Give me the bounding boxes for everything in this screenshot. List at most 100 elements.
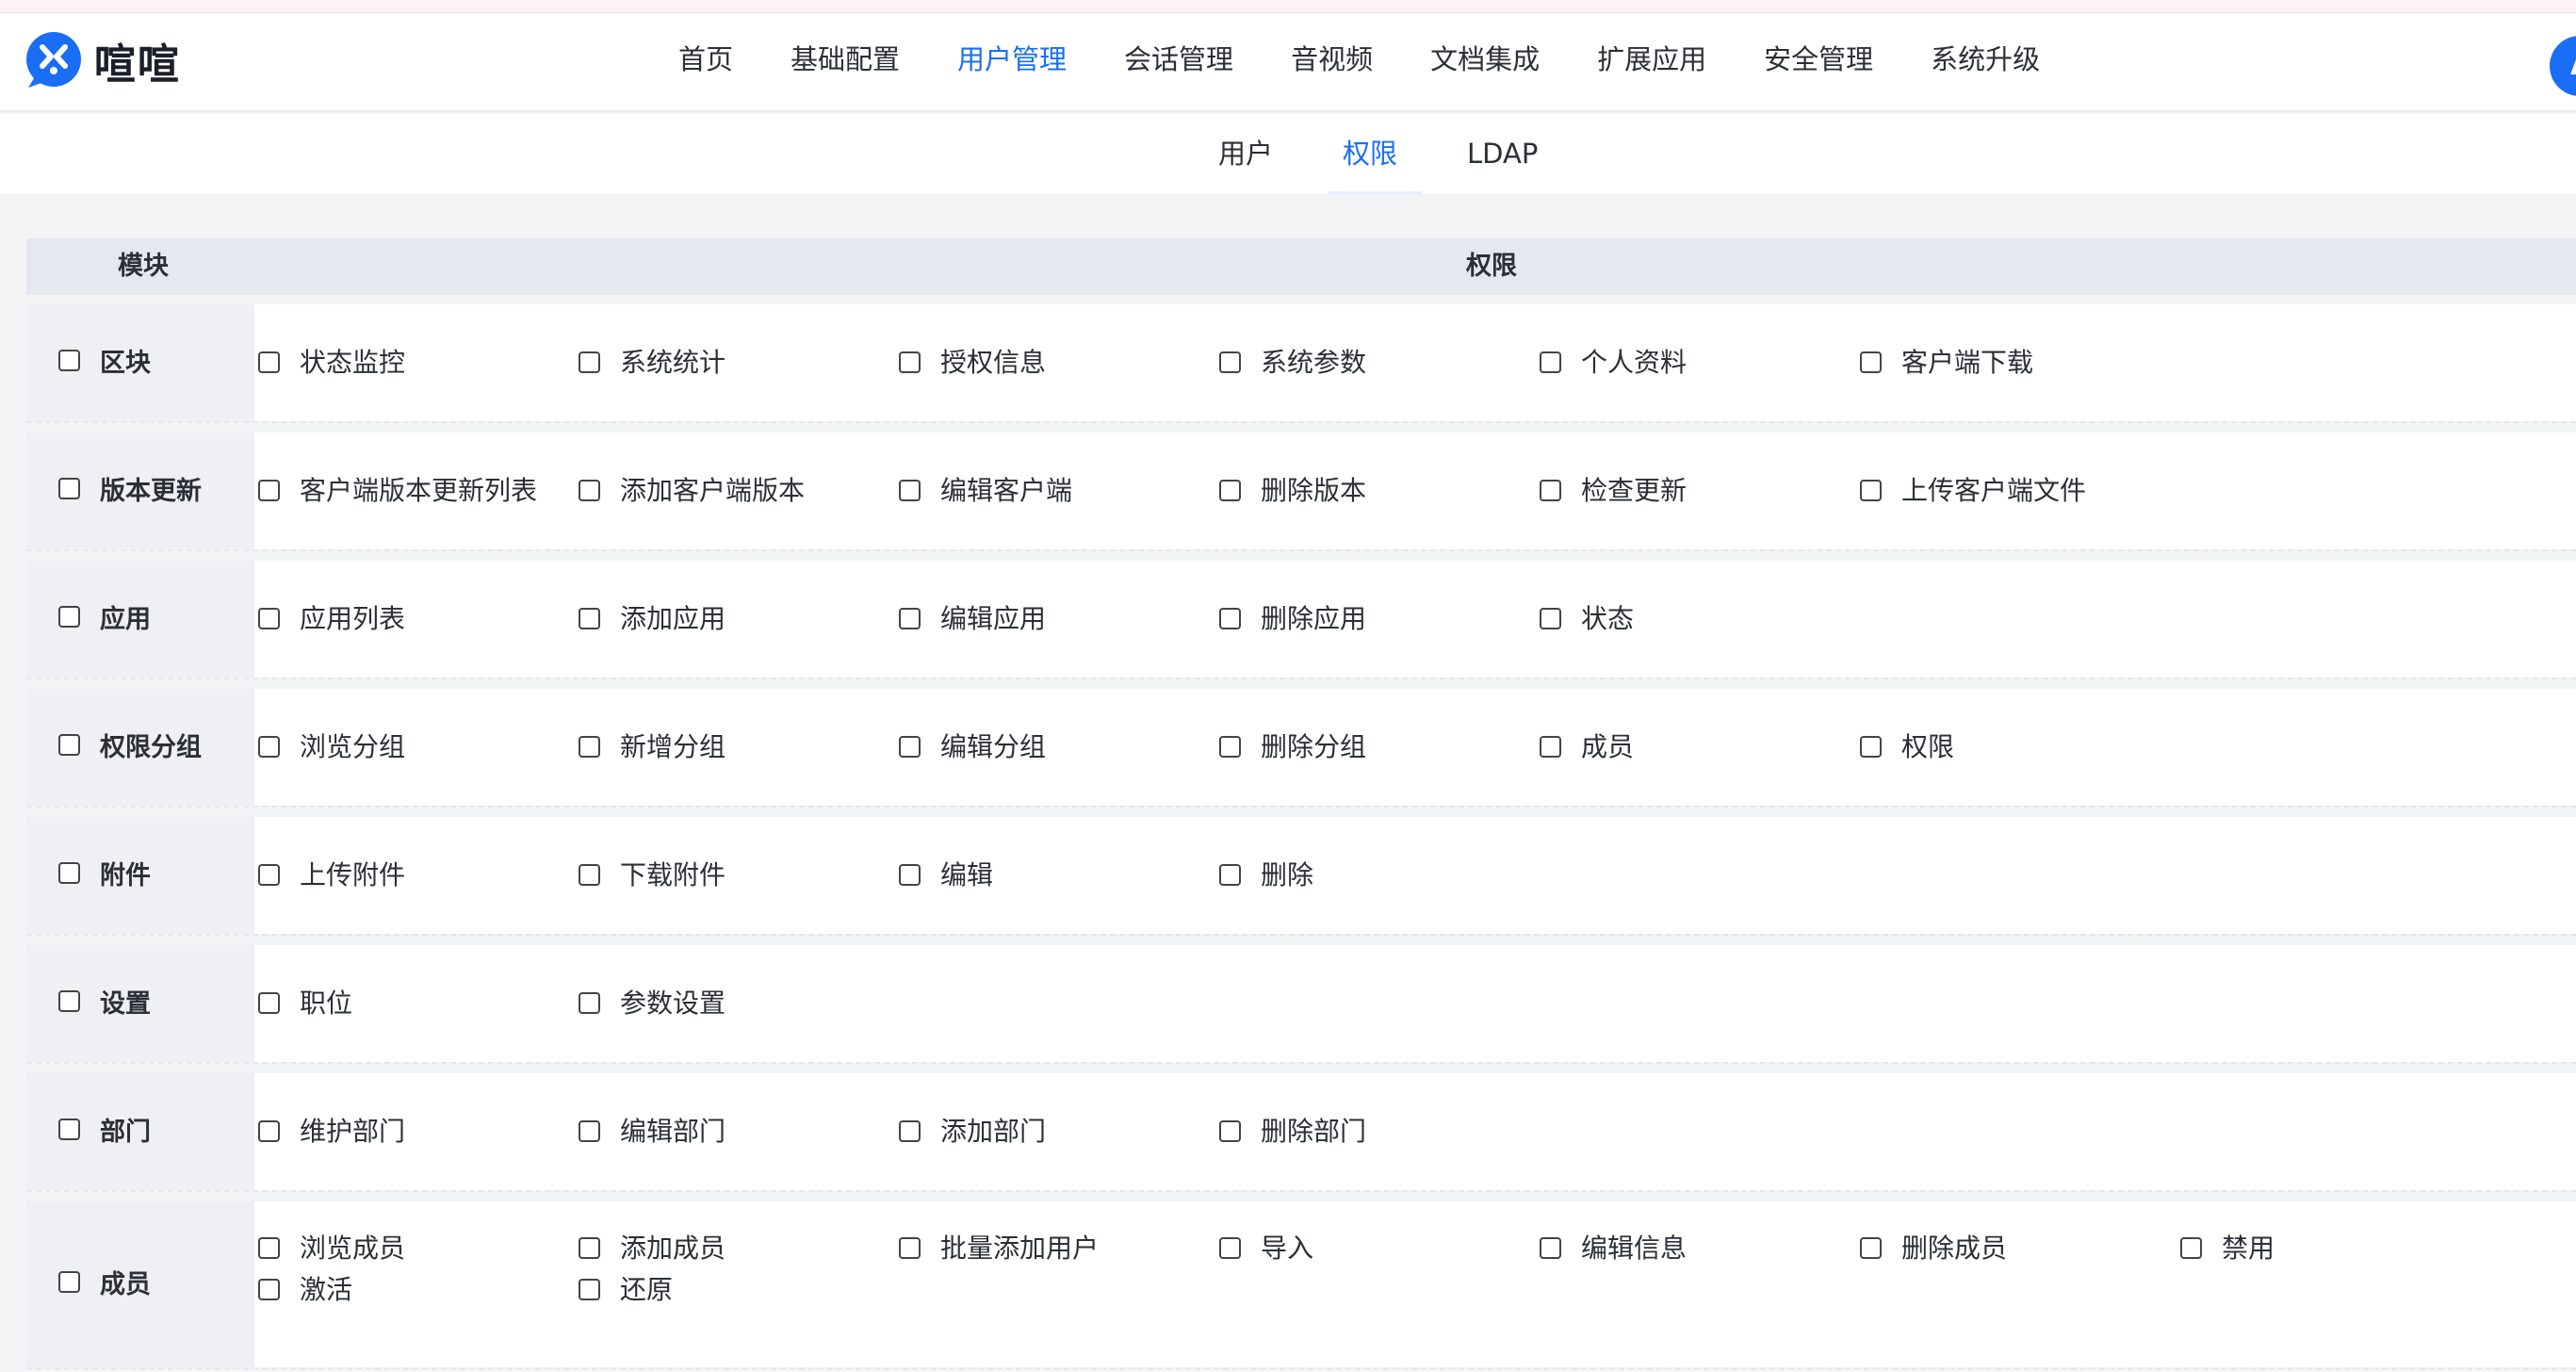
module-checkbox[interactable] bbox=[58, 1271, 80, 1293]
permission-checkbox[interactable] bbox=[1860, 736, 1882, 758]
table-row: 部门 维护部门 编辑部门 添加部门 删除部门 bbox=[26, 1073, 2576, 1192]
permission-checkbox[interactable] bbox=[579, 351, 600, 373]
permission-checkbox[interactable] bbox=[899, 864, 921, 886]
table-row: 成员 浏览成员 添加成员 批量添加用户 导入 编辑信息 删除成员 禁用 激活 还原 bbox=[26, 1201, 2576, 1369]
nav-item-8[interactable]: 系统升级 bbox=[1931, 38, 2040, 81]
permission-checkbox[interactable] bbox=[258, 480, 280, 501]
module-label: 部门 bbox=[100, 1118, 151, 1147]
permission-label: 客户端下载 bbox=[1901, 347, 2034, 378]
permission-checkbox[interactable] bbox=[1540, 608, 1561, 629]
permission-checkbox[interactable] bbox=[899, 1120, 921, 1142]
module-checkbox[interactable] bbox=[58, 606, 80, 628]
permission-checkbox[interactable] bbox=[1219, 736, 1241, 758]
permission-checkbox[interactable] bbox=[258, 1120, 280, 1142]
permission-checkbox[interactable] bbox=[258, 736, 280, 758]
permission-checkbox[interactable] bbox=[258, 992, 280, 1014]
module-cell: 应用 bbox=[26, 561, 254, 678]
permission-checkbox[interactable] bbox=[579, 608, 600, 629]
module-checkbox[interactable] bbox=[58, 990, 80, 1012]
module-cell: 区块 bbox=[26, 304, 254, 421]
permission-cell: 状态监控 系统统计 授权信息 系统参数 个人资料 客户端下载 bbox=[254, 304, 2576, 421]
subnav-tab-2[interactable]: LDAP bbox=[1467, 133, 1538, 174]
permission-checkbox[interactable] bbox=[258, 864, 280, 886]
permission-checkbox[interactable] bbox=[899, 1237, 921, 1259]
permission-checkbox[interactable] bbox=[258, 1279, 280, 1300]
permission-checkbox[interactable] bbox=[258, 1237, 280, 1259]
permission-checkbox[interactable] bbox=[1219, 1120, 1241, 1142]
permission-checkbox[interactable] bbox=[258, 351, 280, 373]
permission-checkbox[interactable] bbox=[1860, 1237, 1882, 1259]
permission-checkbox[interactable] bbox=[579, 992, 600, 1014]
permission-checkbox[interactable] bbox=[1219, 351, 1241, 373]
permission-label: 添加应用 bbox=[620, 603, 726, 634]
header-permissions: 权限 bbox=[1466, 252, 1517, 281]
permission-checkbox[interactable] bbox=[1219, 480, 1241, 501]
permission-checkbox[interactable] bbox=[579, 736, 600, 758]
module-label: 区块 bbox=[100, 349, 151, 378]
permission-checkbox[interactable] bbox=[2180, 1237, 2202, 1259]
permission-checkbox[interactable] bbox=[579, 1279, 600, 1300]
permission-checkbox[interactable] bbox=[899, 736, 921, 758]
subnav-tab-0[interactable]: 用户 bbox=[1218, 133, 1273, 174]
module-label: 设置 bbox=[100, 989, 151, 1019]
module-cell: 权限分组 bbox=[26, 689, 254, 806]
permission-checkbox[interactable] bbox=[579, 864, 600, 886]
permission-checkbox[interactable] bbox=[1860, 480, 1882, 501]
user-avatar[interactable]: A bbox=[2550, 36, 2576, 96]
permission-checkbox[interactable] bbox=[899, 480, 921, 501]
permission-label: 权限 bbox=[1901, 731, 1955, 762]
permission-checkbox[interactable] bbox=[899, 608, 921, 629]
nav-item-6[interactable]: 扩展应用 bbox=[1597, 38, 1706, 81]
permission-label: 删除分组 bbox=[1261, 731, 1367, 762]
permission-checkbox[interactable] bbox=[1540, 736, 1561, 758]
permission-checkbox[interactable] bbox=[1540, 480, 1561, 501]
permission-checkbox[interactable] bbox=[579, 1120, 600, 1142]
nav-item-7[interactable]: 安全管理 bbox=[1764, 38, 1873, 81]
permission-label: 浏览成员 bbox=[300, 1233, 406, 1264]
permission-label: 维护部门 bbox=[300, 1116, 406, 1147]
row-content: 版本更新 客户端版本更新列表 添加客户端版本 编辑客户端 删除版本 检查更新 上传客户端文件 bbox=[26, 433, 2576, 549]
module-checkbox[interactable] bbox=[58, 1119, 80, 1140]
permission-checkbox[interactable] bbox=[899, 351, 921, 373]
permission-label: 上传客户端文件 bbox=[1901, 475, 2087, 506]
nav-item-0[interactable]: 首页 bbox=[678, 38, 733, 81]
module-checkbox[interactable] bbox=[58, 734, 80, 756]
module-checkbox[interactable] bbox=[58, 478, 80, 499]
table-row: 权限分组 浏览分组 新增分组 编辑分组 删除分组 成员 权限 bbox=[26, 689, 2576, 808]
module-label: 应用 bbox=[100, 605, 151, 634]
permission-label: 批量添加用户 bbox=[940, 1233, 1100, 1264]
table-row: 应用 应用列表 添加应用 编辑应用 删除应用 状态 bbox=[26, 561, 2576, 679]
permission-label: 上传附件 bbox=[300, 859, 406, 890]
table-header: 模块 权限 bbox=[26, 238, 2576, 295]
permission-label: 个人资料 bbox=[1581, 347, 1687, 378]
permission-checkbox[interactable] bbox=[1219, 608, 1241, 629]
nav-item-5[interactable]: 文档集成 bbox=[1430, 38, 1540, 81]
nav-item-4[interactable]: 音视频 bbox=[1291, 38, 1373, 81]
permission-checkbox[interactable] bbox=[1860, 351, 1882, 373]
permission-checkbox[interactable] bbox=[1540, 351, 1561, 373]
module-checkbox[interactable] bbox=[58, 862, 80, 884]
table-row: 区块 状态监控 系统统计 授权信息 系统参数 个人资料 客户端下载 bbox=[26, 304, 2576, 423]
permission-checkbox[interactable] bbox=[258, 608, 280, 629]
permission-checkbox[interactable] bbox=[579, 1237, 600, 1259]
permission-label: 删除应用 bbox=[1261, 603, 1367, 634]
module-checkbox[interactable] bbox=[58, 350, 80, 371]
subnav-tab-1[interactable]: 权限 bbox=[1343, 133, 1397, 174]
permission-checkbox[interactable] bbox=[1540, 1237, 1561, 1259]
sub-nav: 用户 权限 LDAP bbox=[0, 114, 2576, 194]
permission-cell: 应用列表 添加应用 编辑应用 删除应用 状态 bbox=[254, 561, 2576, 678]
permission-table: 模块 权限 区块 状态监控 系统统计 授权信息 系统参数 个人资料 客户端下载 版本更新 客户端… bbox=[26, 238, 2576, 1372]
permission-checkbox[interactable] bbox=[1219, 1237, 1241, 1259]
app-logo[interactable]: 喧喧 bbox=[24, 30, 181, 90]
nav-item-3[interactable]: 会话管理 bbox=[1124, 38, 1233, 81]
module-cell: 附件 bbox=[26, 817, 254, 934]
permission-label: 状态监控 bbox=[300, 347, 406, 378]
permission-checkbox[interactable] bbox=[1219, 864, 1241, 886]
permission-label: 还原 bbox=[620, 1274, 674, 1305]
nav-item-1[interactable]: 基础配置 bbox=[791, 38, 900, 81]
nav-item-2[interactable]: 用户管理 bbox=[957, 38, 1067, 81]
row-content: 设置 职位 参数设置 bbox=[26, 945, 2576, 1062]
module-cell: 设置 bbox=[26, 945, 254, 1062]
permission-cell: 浏览分组 新增分组 编辑分组 删除分组 成员 权限 bbox=[254, 689, 2576, 806]
permission-checkbox[interactable] bbox=[579, 480, 600, 501]
